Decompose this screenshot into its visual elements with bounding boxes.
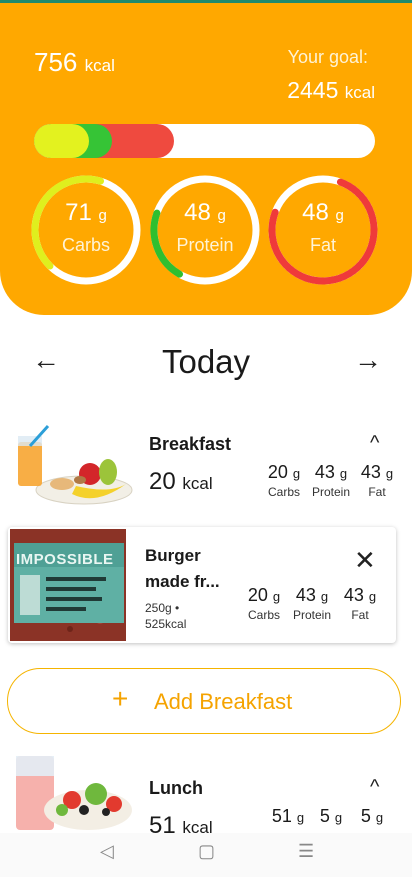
food-brand-text: IMPOSSIBLE bbox=[16, 551, 114, 568]
protein-ring-arc bbox=[150, 175, 260, 285]
food-item-meta: 250g • 525kcal bbox=[145, 601, 187, 631]
remove-food-close-icon[interactable]: ✕ bbox=[354, 545, 376, 576]
food-fat: 43 g Fat bbox=[343, 585, 377, 622]
breakfast-title: Breakfast bbox=[149, 434, 232, 454]
fat-label: Fat bbox=[309, 235, 336, 255]
carbs-label: Carbs bbox=[61, 235, 110, 255]
goal-label: Your goal: bbox=[287, 47, 368, 67]
food-item-photo: IMPOSSIBLE bbox=[10, 529, 126, 641]
plus-icon: + bbox=[112, 683, 129, 714]
fat-ring-arc bbox=[268, 175, 378, 285]
food-carbs: 20 g Carbs bbox=[247, 585, 281, 622]
system-navigation-bar: ◁ ▢ ☰ bbox=[0, 833, 412, 877]
add-breakfast-button[interactable]: + Add Breakfast bbox=[7, 668, 401, 734]
food-protein: 43 g Protein bbox=[292, 585, 332, 622]
carbs-ring-arc bbox=[31, 175, 141, 285]
breakfast-illustration bbox=[12, 424, 134, 513]
lunch-collapse-chevron-icon[interactable]: ^ bbox=[370, 776, 379, 799]
home-icon[interactable]: ▢ bbox=[198, 841, 215, 862]
protein-value: 48 bbox=[184, 199, 211, 226]
fat-value: 48 bbox=[302, 199, 329, 226]
daily-summary-header: 756 kcal Your goal: 2445 kcal 71 g Carbs… bbox=[0, 3, 412, 315]
lunch-fat: 5 g bbox=[360, 806, 384, 826]
breakfast-protein: 43 g Protein bbox=[311, 462, 351, 499]
breakfast-kcal: 20 kcal bbox=[149, 468, 213, 495]
consumed-kcal: 756 kcal bbox=[34, 47, 115, 77]
lunch-title: Lunch bbox=[149, 778, 203, 798]
carbs-value: 71 bbox=[65, 199, 92, 226]
calorie-progress-bar bbox=[34, 124, 375, 158]
progress-carbs-segment bbox=[34, 124, 89, 158]
protein-label: Protein bbox=[176, 235, 234, 255]
carbs-ring: 71 g Carbs bbox=[29, 173, 143, 287]
food-item-card[interactable]: IMPOSSIBLE Burger made fr... 250g • 525k… bbox=[8, 527, 396, 643]
food-item-name: Burger made fr... bbox=[145, 546, 220, 591]
goal-kcal: 2445 kcal bbox=[287, 77, 375, 103]
breakfast-fat: 43 g Fat bbox=[360, 462, 394, 499]
breakfast-carbs: 20 g Carbs bbox=[267, 462, 301, 499]
protein-ring: 48 g Protein bbox=[148, 173, 262, 287]
breakfast-collapse-chevron-icon[interactable]: ^ bbox=[370, 432, 379, 455]
menu-icon[interactable]: ☰ bbox=[298, 841, 314, 862]
fat-ring: 48 g Fat bbox=[266, 173, 380, 287]
lunch-illustration bbox=[14, 754, 132, 837]
add-breakfast-label: Add Breakfast bbox=[154, 689, 293, 714]
next-day-arrow-icon[interactable]: → bbox=[354, 345, 382, 375]
back-icon[interactable]: ◁ bbox=[100, 841, 114, 862]
day-title: Today bbox=[161, 343, 251, 380]
